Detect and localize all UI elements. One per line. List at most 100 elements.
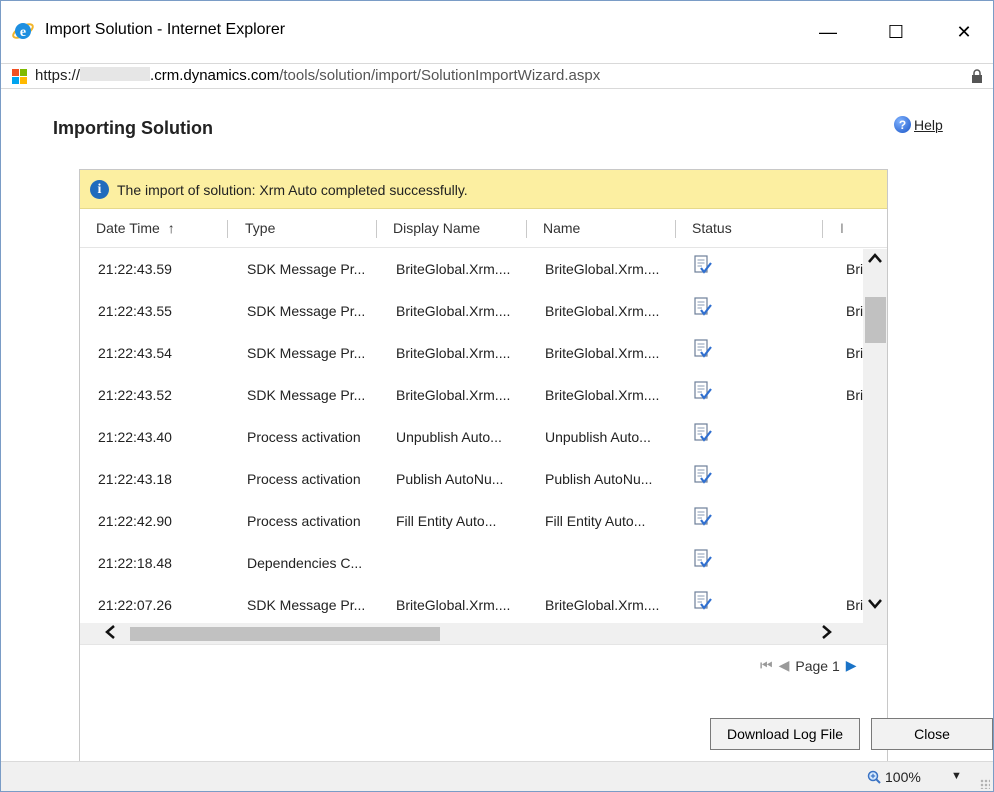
cell-name: BriteGlobal.Xrm.... bbox=[545, 387, 660, 403]
cell-type: Process activation bbox=[247, 513, 361, 529]
cell-type: SDK Message Pr... bbox=[247, 261, 366, 277]
column-header-status[interactable]: Status bbox=[692, 220, 732, 236]
cell-date-time: 21:22:43.54 bbox=[98, 345, 172, 361]
minimize-button[interactable]: — bbox=[805, 9, 851, 55]
cell-truncated: Bri bbox=[846, 387, 864, 403]
window-title: Import Solution - Internet Explorer bbox=[45, 21, 286, 38]
table-row[interactable]: 21:22:07.26 SDK Message Pr... BriteGlobal.… bbox=[80, 585, 866, 623]
status-success-icon bbox=[694, 381, 712, 401]
cell-name: BriteGlobal.Xrm.... bbox=[545, 303, 660, 319]
status-success-icon bbox=[694, 507, 712, 527]
scroll-down-icon[interactable] bbox=[867, 597, 883, 613]
column-separator[interactable] bbox=[675, 220, 676, 238]
svg-text:e: e bbox=[20, 25, 26, 40]
scroll-left-icon[interactable] bbox=[104, 624, 116, 645]
cell-truncated: Bri bbox=[846, 597, 864, 613]
download-log-file-button[interactable]: Download Log File bbox=[710, 718, 860, 750]
cell-display-name: Fill Entity Auto... bbox=[396, 513, 497, 529]
dialog-content: Importing Solution ? Help i The import o… bbox=[1, 90, 993, 790]
horizontal-scroll-thumb[interactable] bbox=[130, 627, 440, 641]
cell-display-name: BriteGlobal.Xrm.... bbox=[396, 387, 511, 403]
lock-icon[interactable] bbox=[971, 69, 983, 84]
column-separator[interactable] bbox=[822, 220, 823, 238]
close-window-button[interactable]: ✕ bbox=[941, 9, 987, 55]
cell-truncated: Bri bbox=[846, 261, 864, 277]
vertical-scroll-thumb[interactable] bbox=[865, 297, 886, 343]
url-text[interactable]: https:// .crm.dynamics.com/tools/solution… bbox=[35, 67, 600, 84]
column-header-type[interactable]: Type bbox=[245, 220, 275, 236]
first-page-icon[interactable]: ⏮ bbox=[760, 657, 773, 674]
column-header-display-name[interactable]: Display Name bbox=[393, 220, 480, 236]
table-row[interactable]: 21:22:43.18 Process activation Publish Aut… bbox=[80, 459, 866, 501]
title-bar: e Import Solution - Internet Explorer — … bbox=[1, 1, 993, 63]
cell-date-time: 21:22:42.90 bbox=[98, 513, 172, 529]
column-header-name[interactable]: Name bbox=[543, 220, 580, 236]
cell-name: Fill Entity Auto... bbox=[545, 513, 646, 529]
cell-name: BriteGlobal.Xrm.... bbox=[545, 345, 660, 361]
cell-display-name: BriteGlobal.Xrm.... bbox=[396, 597, 511, 613]
cell-date-time: 21:22:43.52 bbox=[98, 387, 172, 403]
column-header-date-time[interactable]: Date Time ↑ bbox=[96, 220, 175, 236]
cell-date-time: 21:22:43.18 bbox=[98, 471, 172, 487]
column-separator[interactable] bbox=[376, 220, 377, 238]
address-bar[interactable]: https:// .crm.dynamics.com/tools/solution… bbox=[1, 63, 993, 89]
resize-grip[interactable] bbox=[980, 779, 990, 789]
cell-date-time: 21:22:43.55 bbox=[98, 303, 172, 319]
column-header-truncated[interactable]: I bbox=[840, 220, 844, 236]
zoom-dropdown-icon[interactable]: ▼ bbox=[951, 770, 962, 782]
cell-name: Unpublish Auto... bbox=[545, 429, 651, 445]
cell-name: BriteGlobal.Xrm.... bbox=[545, 261, 660, 277]
cell-display-name: Publish AutoNu... bbox=[396, 471, 504, 487]
table-row[interactable]: 21:22:18.48 Dependencies C... bbox=[80, 543, 866, 585]
column-separator[interactable] bbox=[526, 220, 527, 238]
table-row[interactable]: 21:22:43.59 SDK Message Pr... BriteGlobal.… bbox=[80, 249, 866, 291]
url-protocol: https:// bbox=[35, 67, 81, 84]
status-success-icon bbox=[694, 465, 712, 485]
table-row[interactable]: 21:22:42.90 Process activation Fill Entity… bbox=[80, 501, 866, 543]
previous-page-icon[interactable]: ◀ bbox=[779, 657, 790, 674]
zoom-level: 100% bbox=[885, 769, 921, 785]
cell-date-time: 21:22:18.48 bbox=[98, 555, 172, 571]
cell-date-time: 21:22:07.26 bbox=[98, 597, 172, 613]
cell-date-time: 21:22:43.40 bbox=[98, 429, 172, 445]
column-separator[interactable] bbox=[227, 220, 228, 238]
vertical-scrollbar[interactable] bbox=[863, 249, 887, 623]
import-log-panel: i The import of solution: Xrm Auto compl… bbox=[79, 169, 888, 767]
cell-type: SDK Message Pr... bbox=[247, 303, 366, 319]
page-label: Page 1 bbox=[795, 657, 840, 674]
grid-header: Date Time ↑ Type Display Name Name Statu… bbox=[80, 210, 887, 248]
horizontal-scrollbar[interactable] bbox=[80, 623, 887, 645]
next-page-icon[interactable]: ▶ bbox=[846, 657, 857, 674]
cell-type: SDK Message Pr... bbox=[247, 345, 366, 361]
import-log-grid: 21:22:43.59 SDK Message Pr... BriteGlobal.… bbox=[80, 249, 866, 623]
scroll-right-icon[interactable] bbox=[821, 624, 833, 645]
status-success-icon bbox=[694, 255, 712, 275]
zoom-control[interactable]: 100% bbox=[867, 769, 921, 785]
cell-type: Process activation bbox=[247, 471, 361, 487]
status-bar: 100% ▼ bbox=[1, 761, 993, 791]
success-banner: i The import of solution: Xrm Auto compl… bbox=[80, 170, 887, 209]
close-button[interactable]: Close bbox=[871, 718, 993, 750]
table-row[interactable]: 21:22:43.54 SDK Message Pr... BriteGlobal.… bbox=[80, 333, 866, 375]
internet-explorer-icon: e bbox=[12, 23, 34, 40]
cell-type: Process activation bbox=[247, 429, 361, 445]
page-title: Importing Solution bbox=[53, 118, 213, 138]
table-row[interactable]: 21:22:43.55 SDK Message Pr... BriteGlobal.… bbox=[80, 291, 866, 333]
cell-truncated: Bri bbox=[846, 345, 864, 361]
help-icon: ? bbox=[894, 116, 911, 133]
help-label: Help bbox=[914, 116, 943, 133]
sort-ascending-icon: ↑ bbox=[167, 220, 175, 236]
table-row[interactable]: 21:22:43.40 Process activation Unpublish A… bbox=[80, 417, 866, 459]
redacted-subdomain bbox=[80, 67, 151, 81]
info-icon: i bbox=[90, 180, 109, 199]
status-success-icon bbox=[694, 423, 712, 443]
cell-truncated: Bri bbox=[846, 303, 864, 319]
help-link[interactable]: ? Help bbox=[894, 116, 943, 133]
status-success-icon bbox=[694, 339, 712, 359]
table-row[interactable]: 21:22:43.52 SDK Message Pr... BriteGlobal.… bbox=[80, 375, 866, 417]
zoom-icon bbox=[867, 770, 881, 784]
cell-type: SDK Message Pr... bbox=[247, 387, 366, 403]
maximize-button[interactable]: ☐ bbox=[873, 9, 919, 55]
status-success-icon bbox=[694, 549, 712, 569]
scroll-up-icon[interactable] bbox=[867, 251, 883, 267]
